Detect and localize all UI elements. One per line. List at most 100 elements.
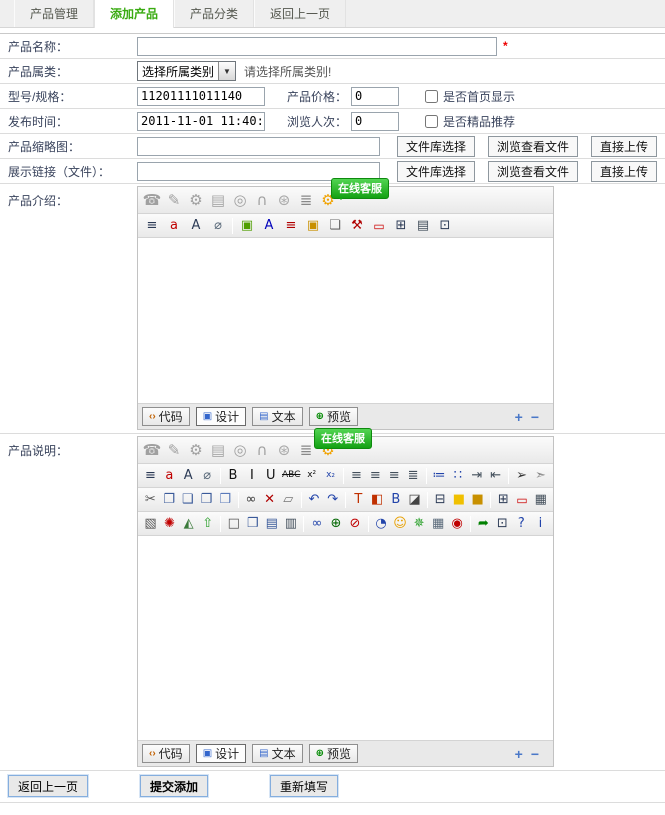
online-service-badge[interactable]: 在线客服 (331, 178, 389, 199)
font-size-icon[interactable]: A (180, 466, 197, 485)
desc-editor-canvas[interactable] (138, 536, 553, 741)
insert-file-icon[interactable]: ❒ (244, 514, 261, 533)
link-browse-button[interactable]: 浏览查看文件 (488, 161, 578, 182)
bg-color-icon[interactable]: B (387, 490, 404, 509)
thumb-browse-button[interactable]: 浏览查看文件 (488, 136, 578, 157)
align-center-icon[interactable]: ≡ (367, 466, 384, 485)
image-edit-icon[interactable]: ▣ (237, 216, 257, 235)
desc-tab-preview[interactable]: ⊕ 预览 (309, 744, 358, 763)
find-icon[interactable]: ∞ (243, 490, 260, 509)
export-doc-icon[interactable]: ➦ (475, 514, 492, 533)
intro-tab-design[interactable]: ▣ 设计 (196, 407, 246, 426)
bullet-list-icon[interactable]: ∷ (449, 466, 466, 485)
tab-product-manage[interactable]: 产品管理 (14, 0, 94, 27)
panel-icon[interactable]: ▤ (208, 441, 228, 460)
gradient-icon[interactable]: ◪ (406, 490, 423, 509)
indent-icon[interactable]: ⇥ (468, 466, 485, 485)
redo-icon[interactable]: ↷ (324, 490, 341, 509)
link-upload-button[interactable]: 直接上传 (591, 161, 657, 182)
fullscreen-icon[interactable]: ⊡ (494, 514, 511, 533)
font-color-icon[interactable]: A (259, 216, 279, 235)
font-replace-icon[interactable]: a (161, 466, 178, 485)
item-list-icon[interactable]: ≣ (296, 441, 316, 460)
print-icon[interactable]: ▤ (413, 216, 433, 235)
disc-icon[interactable]: ◎ (230, 191, 250, 210)
settings-icon[interactable]: ⚙ (186, 191, 206, 210)
editor-enlarge-icon[interactable]: + (515, 410, 523, 424)
layers-icon[interactable]: ❏ (325, 216, 345, 235)
featured-checkbox[interactable] (425, 115, 438, 128)
shapes-icon[interactable]: ⊛ (274, 191, 294, 210)
homepage-display-checkbox[interactable] (425, 90, 438, 103)
paragraph-format-icon[interactable]: ≡ (142, 466, 159, 485)
chevron-down-icon[interactable]: ▼ (218, 62, 235, 80)
web-link-icon[interactable]: ∞ (308, 514, 325, 533)
cut-icon[interactable]: ✂ (142, 490, 159, 509)
zoom-find-icon[interactable]: ⌀ (208, 216, 228, 235)
phone-icon[interactable]: ☎ (142, 441, 162, 460)
remove-link-icon[interactable]: ⊘ (346, 514, 363, 533)
intro-tab-text[interactable]: ▤ 文本 (252, 407, 302, 426)
align-justify-icon[interactable]: ≣ (405, 466, 422, 485)
thumb-library-button[interactable]: 文件库选择 (397, 136, 475, 157)
product-name-input[interactable] (137, 37, 497, 56)
editor-enlarge-icon[interactable]: + (515, 747, 523, 761)
insert-photo-icon[interactable]: ▣ (303, 216, 323, 235)
insert-image-icon[interactable]: ▧ (142, 514, 159, 533)
font-size-icon[interactable]: A (186, 216, 206, 235)
clock-icon[interactable]: ◉ (449, 514, 466, 533)
tab-product-category[interactable]: 产品分类 (174, 0, 254, 27)
align-right-icon[interactable]: ≡ (386, 466, 403, 485)
text-color-icon[interactable]: T (350, 490, 367, 509)
italic-icon[interactable]: I (243, 466, 260, 485)
art-text-icon[interactable]: ✵ (411, 514, 428, 533)
ordered-list-icon[interactable]: ≔ (431, 466, 448, 485)
iframe-icon[interactable]: ⊟ (432, 490, 449, 509)
intro-editor-canvas[interactable] (138, 238, 553, 404)
tab-add-product[interactable]: 添加产品 (94, 0, 174, 28)
paste-icon[interactable]: ❑ (179, 490, 196, 509)
shapes-icon[interactable]: ⊛ (274, 441, 294, 460)
insert-media-icon[interactable]: ◭ (180, 514, 197, 533)
dashed-select-icon[interactable]: ▭ (514, 490, 531, 509)
desc-tab-code[interactable]: ‹› 代码 (142, 744, 190, 763)
strikethrough-icon[interactable]: ABC (281, 466, 301, 485)
about-info-icon[interactable]: i (532, 514, 549, 533)
price-input[interactable] (351, 87, 399, 106)
phone-icon[interactable]: ☎ (142, 191, 162, 210)
tab-go-back[interactable]: 返回上一页 (254, 0, 346, 27)
table-grid-icon[interactable]: ▦ (532, 490, 549, 509)
link-library-button[interactable]: 文件库选择 (397, 161, 475, 182)
thumbnail-input[interactable] (137, 137, 380, 156)
views-input[interactable] (351, 112, 399, 131)
delete-icon[interactable]: ✕ (261, 490, 278, 509)
emoticon-icon[interactable]: ☺ (392, 514, 409, 533)
dashed-select-icon[interactable]: ▭ (369, 216, 389, 235)
anchor-icon[interactable]: ⇧ (199, 514, 216, 533)
align-left-icon[interactable]: ≡ (348, 466, 365, 485)
copy-icon[interactable]: ❐ (161, 490, 178, 509)
category-select[interactable]: 选择所属类别 ▼ (137, 61, 236, 81)
insert-film-icon[interactable]: ▥ (282, 514, 299, 533)
panel-icon[interactable]: ▤ (208, 191, 228, 210)
undo-icon[interactable]: ↶ (306, 490, 323, 509)
headset-icon[interactable]: ∩ (252, 441, 272, 460)
zoom-find-icon[interactable]: ⌀ (199, 466, 216, 485)
superscript-icon[interactable]: x² (303, 466, 320, 485)
editor-shrink-icon[interactable]: − (531, 410, 539, 424)
underline-icon[interactable]: U (262, 466, 279, 485)
new-document-icon[interactable]: □ (225, 514, 242, 533)
hyperlink-icon[interactable]: ⊕ (327, 514, 344, 533)
draw-hand-icon[interactable]: ✎ (164, 441, 184, 460)
help-icon[interactable]: ? (513, 514, 530, 533)
editor-shrink-icon[interactable]: − (531, 747, 539, 761)
thumb-upload-button[interactable]: 直接上传 (591, 136, 657, 157)
bold-icon[interactable]: B (225, 466, 242, 485)
intro-tab-preview[interactable]: ⊕ 预览 (309, 407, 358, 426)
paste-word-icon[interactable]: ❒ (217, 490, 234, 509)
online-service-badge[interactable]: 在线客服 (314, 428, 372, 449)
model-spec-input[interactable] (137, 87, 265, 106)
send-backward-icon[interactable]: ■ (469, 490, 486, 509)
intro-tab-code[interactable]: ‹› 代码 (142, 407, 190, 426)
cursor-icon[interactable]: ➢ (513, 466, 530, 485)
